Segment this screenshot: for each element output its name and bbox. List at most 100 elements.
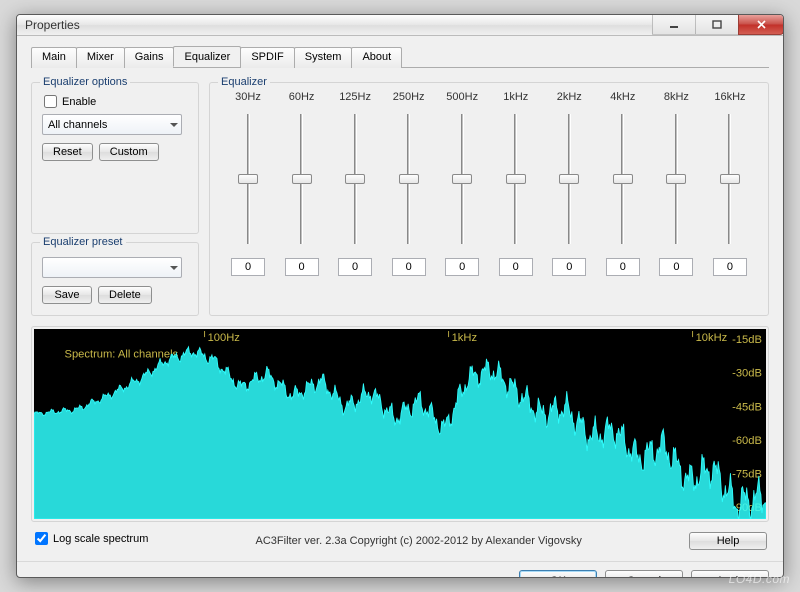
eq-band: 60Hz 0 (278, 91, 326, 276)
band-freq-label: 250Hz (393, 91, 425, 106)
equalizer-options-group: Equalizer options Enable All channels Re… (31, 82, 199, 234)
help-button[interactable]: Help (689, 532, 767, 550)
svg-text:-75dB: -75dB (732, 468, 762, 480)
tab-main[interactable]: Main (31, 47, 77, 68)
close-button[interactable] (738, 15, 784, 35)
log-scale-checkbox[interactable] (35, 532, 48, 545)
tab-equalizer[interactable]: Equalizer (173, 46, 241, 67)
band-value-input[interactable]: 0 (659, 258, 693, 276)
band-value-input[interactable]: 0 (713, 258, 747, 276)
group-legend: Equalizer preset (40, 236, 126, 248)
preset-select[interactable] (42, 257, 182, 278)
band-value-input[interactable]: 0 (606, 258, 640, 276)
svg-text:1kHz: 1kHz (452, 332, 478, 344)
log-scale-row[interactable]: Log scale spectrum (35, 532, 148, 545)
svg-text:Spectrum: All channels: Spectrum: All channels (65, 348, 179, 360)
band-slider[interactable] (505, 109, 527, 249)
slider-thumb[interactable] (613, 174, 633, 184)
titlebar[interactable]: Properties (17, 15, 783, 36)
equalizer-bands: 30Hz060Hz0125Hz0250Hz0500Hz01kHz02kHz04k… (220, 91, 758, 276)
maximize-button[interactable] (695, 15, 739, 35)
tab-mixer[interactable]: Mixer (76, 47, 125, 68)
spectrum-chart: 100Hz1kHz10kHz-15dB-30dB-45dB-60dB-75dB-… (34, 329, 766, 519)
channel-select-value: All channels (48, 119, 107, 131)
band-slider[interactable] (665, 109, 687, 249)
slider-thumb[interactable] (238, 174, 258, 184)
band-value-input[interactable]: 0 (552, 258, 586, 276)
tab-about[interactable]: About (351, 47, 402, 68)
band-slider[interactable] (451, 109, 473, 249)
group-legend: Equalizer options (40, 76, 130, 88)
svg-text:-30dB: -30dB (732, 368, 762, 380)
svg-text:-45dB: -45dB (732, 401, 762, 413)
enable-checkbox[interactable] (44, 95, 57, 108)
band-slider[interactable] (612, 109, 634, 249)
eq-band: 500Hz 0 (438, 91, 486, 276)
save-button[interactable]: Save (42, 286, 92, 304)
eq-band: 4kHz0 (599, 91, 647, 276)
enable-label: Enable (62, 96, 96, 108)
band-slider[interactable] (291, 109, 313, 249)
svg-text:10kHz: 10kHz (696, 332, 728, 344)
dialog-button-row: OK Cancel Apply (17, 561, 783, 578)
window-buttons (653, 15, 783, 35)
band-value-input[interactable]: 0 (499, 258, 533, 276)
eq-band: 250Hz 0 (385, 91, 433, 276)
ok-button[interactable]: OK (519, 570, 597, 578)
slider-thumb[interactable] (292, 174, 312, 184)
band-value-input[interactable]: 0 (338, 258, 372, 276)
copyright-text: AC3Filter ver. 2.3a Copyright (c) 2002-2… (158, 535, 679, 547)
band-freq-label: 125Hz (339, 91, 371, 106)
reset-button[interactable]: Reset (42, 143, 93, 161)
content-area: MainMixerGainsEqualizerSPDIFSystemAbout … (17, 36, 783, 561)
eq-band: 16kHz 0 (706, 91, 754, 276)
watermark: LO4D.com (729, 572, 790, 586)
band-freq-label: 500Hz (446, 91, 478, 106)
band-value-input[interactable]: 0 (445, 258, 479, 276)
custom-button[interactable]: Custom (99, 143, 159, 161)
slider-thumb[interactable] (720, 174, 740, 184)
minimize-button[interactable] (652, 15, 696, 35)
eq-band: 125Hz 0 (331, 91, 379, 276)
tab-strip: MainMixerGainsEqualizerSPDIFSystemAbout (31, 46, 769, 68)
tab-gains[interactable]: Gains (124, 47, 175, 68)
svg-text:100Hz: 100Hz (208, 332, 241, 344)
band-value-input[interactable]: 0 (285, 258, 319, 276)
band-freq-label: 16kHz (714, 91, 745, 106)
tab-spdif[interactable]: SPDIF (240, 47, 294, 68)
band-freq-label: 60Hz (289, 91, 315, 106)
window-title: Properties (25, 18, 80, 32)
channel-select[interactable]: All channels (42, 114, 182, 135)
band-slider[interactable] (558, 109, 580, 249)
slider-thumb[interactable] (559, 174, 579, 184)
svg-text:-15dB: -15dB (732, 334, 762, 346)
band-value-input[interactable]: 0 (392, 258, 426, 276)
cancel-button[interactable]: Cancel (605, 570, 683, 578)
eq-band: 8kHz 0 (652, 91, 700, 276)
band-value-input[interactable]: 0 (231, 258, 265, 276)
slider-thumb[interactable] (345, 174, 365, 184)
band-freq-label: 8kHz (664, 91, 689, 106)
equalizer-group: Equalizer 30Hz060Hz0125Hz0250Hz0500Hz01k… (209, 82, 769, 316)
enable-checkbox-row[interactable]: Enable (44, 95, 188, 108)
chevron-down-icon (170, 123, 178, 127)
tab-system[interactable]: System (294, 47, 353, 68)
spectrum-panel: 100Hz1kHz10kHz-15dB-30dB-45dB-60dB-75dB-… (31, 326, 769, 522)
band-freq-label: 1kHz (503, 91, 528, 106)
band-slider[interactable] (344, 109, 366, 249)
slider-thumb[interactable] (399, 174, 419, 184)
delete-button[interactable]: Delete (98, 286, 152, 304)
properties-window: Properties MainMixerGainsEqualizerSPDIFS… (16, 14, 784, 578)
band-slider[interactable] (398, 109, 420, 249)
band-slider[interactable] (719, 109, 741, 249)
log-scale-label: Log scale spectrum (53, 533, 148, 545)
slider-thumb[interactable] (506, 174, 526, 184)
eq-band: 1kHz 0 (492, 91, 540, 276)
eq-band: 2kHz0 (545, 91, 593, 276)
band-freq-label: 30Hz (235, 91, 261, 106)
band-slider[interactable] (237, 109, 259, 249)
top-row: Equalizer options Enable All channels Re… (31, 82, 769, 316)
chevron-down-icon (170, 266, 178, 270)
slider-thumb[interactable] (452, 174, 472, 184)
slider-thumb[interactable] (666, 174, 686, 184)
